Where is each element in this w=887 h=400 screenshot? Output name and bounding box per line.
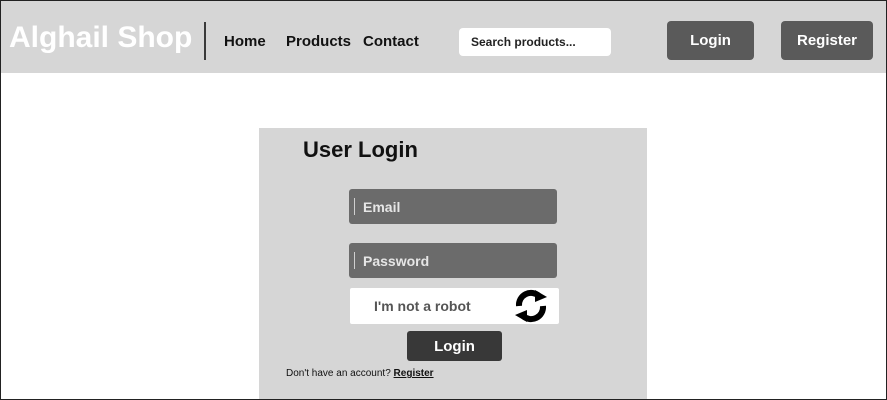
- search-input[interactable]: [459, 28, 611, 56]
- nav-home[interactable]: Home: [224, 33, 266, 50]
- page-frame: Alghail Shop Home Products Contact Login…: [0, 0, 887, 400]
- site-header: Alghail Shop Home Products Contact Login…: [1, 1, 886, 73]
- login-submit-button[interactable]: Login: [407, 331, 502, 361]
- captcha-checkbox[interactable]: I'm not a robot: [350, 288, 500, 324]
- signup-prompt-text: Don't have an account?: [286, 368, 391, 379]
- brand-logo[interactable]: Alghail Shop: [9, 21, 192, 55]
- email-field[interactable]: [349, 189, 557, 224]
- brand-divider: [204, 22, 206, 60]
- header-register-button[interactable]: Register: [781, 21, 873, 60]
- register-link[interactable]: Register: [394, 368, 434, 379]
- password-caret: [354, 252, 355, 269]
- captcha-widget: I'm not a robot: [350, 288, 559, 324]
- nav-contact[interactable]: Contact: [363, 33, 419, 50]
- signup-prompt: Don't have an account? Register: [286, 368, 434, 379]
- nav-products[interactable]: Products: [286, 33, 351, 50]
- login-title: User Login: [303, 137, 418, 162]
- captcha-label: I'm not a robot: [374, 298, 471, 314]
- login-card: User Login I'm not a robot Login Don't h…: [259, 128, 647, 399]
- recaptcha-refresh-icon: [515, 289, 547, 323]
- header-login-button[interactable]: Login: [667, 21, 754, 60]
- password-field[interactable]: [349, 243, 557, 278]
- email-caret: [354, 198, 355, 215]
